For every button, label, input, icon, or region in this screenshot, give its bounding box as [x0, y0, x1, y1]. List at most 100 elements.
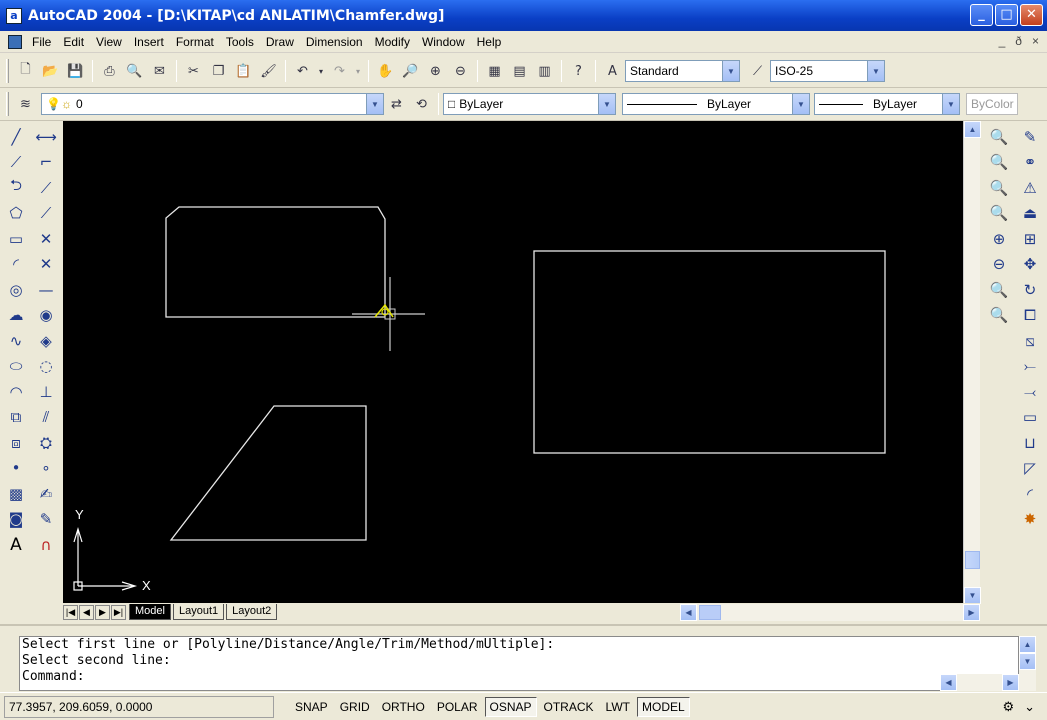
menu-window[interactable]: Window [416, 31, 471, 53]
explode-icon[interactable]: ✸ [1018, 507, 1042, 533]
close-button[interactable]: ✕ [1020, 4, 1043, 26]
dim-style-icon[interactable]: ⟋ [746, 60, 769, 83]
dim-edit-icon[interactable]: ⛭ [34, 430, 58, 456]
dim-style-select[interactable]: ISO-25 ▼ [770, 60, 885, 82]
scroll-thumb[interactable] [699, 604, 721, 620]
scroll-up-icon[interactable]: ▲ [964, 121, 981, 138]
chevron-down-icon[interactable]: ▼ [366, 94, 383, 114]
undo-icon[interactable]: ↶ [291, 60, 314, 83]
document-restore-button[interactable]: ð [1015, 34, 1022, 48]
lineweight-select[interactable]: ByLayer ▼ [814, 93, 960, 115]
circle-icon[interactable]: ◎ [4, 277, 28, 303]
zoom-previous-icon[interactable]: ⊖ [449, 60, 472, 83]
vertical-scrollbar[interactable]: ▲ ▼ [963, 121, 981, 604]
layer-select[interactable]: 💡☼ 0 ▼ [41, 93, 384, 115]
save-icon[interactable]: 💾 [64, 60, 87, 83]
chamfer-icon[interactable]: ◸ [1018, 456, 1042, 482]
tolerance-icon[interactable]: ⊥ [34, 379, 58, 405]
command-history[interactable]: Select first line or [Polyline/Distance/… [19, 636, 1019, 691]
chevron-down-icon[interactable]: ▼ [867, 61, 884, 81]
magnet-icon[interactable]: ∩ [34, 532, 58, 558]
extend-icon[interactable]: ⤙ [1018, 379, 1042, 405]
properties-icon[interactable]: ▦ [483, 60, 506, 83]
coordinates-display[interactable]: 77.3957, 209.6059, 0.0000 [4, 695, 274, 718]
otrack-toggle[interactable]: OTRACK [539, 697, 599, 717]
continue-dim-icon[interactable]: ◈ [34, 328, 58, 354]
center-mark-icon[interactable]: ⫽ [34, 405, 58, 431]
menu-dimension[interactable]: Dimension [300, 31, 369, 53]
publish-icon[interactable]: ✉ [148, 60, 171, 83]
grid-toggle[interactable]: GRID [335, 697, 375, 717]
zoom-window-icon[interactable]: 🔍 [987, 124, 1011, 150]
plotstyle-select[interactable]: ByColor [966, 93, 1018, 115]
dim-style-icon[interactable]: ✎ [34, 507, 58, 533]
polygon-icon[interactable]: ⬠ [4, 201, 28, 227]
menu-format[interactable]: Format [170, 31, 220, 53]
open-icon[interactable]: 📂 [39, 60, 62, 83]
command-horizontal-scrollbar[interactable]: ◀ ▶ [940, 674, 1019, 691]
zoom-realtime-icon[interactable]: 🔎 [399, 60, 422, 83]
zoom-out-icon[interactable]: ⊖ [987, 252, 1011, 278]
zoom-in-icon[interactable]: ⊕ [987, 226, 1011, 252]
spline-icon[interactable]: ∿ [4, 328, 28, 354]
region-icon[interactable]: ◙ [4, 507, 28, 533]
zoom-all-icon[interactable]: 🔍 [987, 277, 1011, 303]
zoom-center-icon[interactable]: 🔍 [987, 201, 1011, 227]
construction-line-icon[interactable]: ⟋ [4, 150, 28, 176]
tab-next-icon[interactable]: ▶ [95, 604, 110, 620]
document-minimize-button[interactable]: _ [999, 34, 1006, 48]
copy-icon[interactable]: ❐ [207, 60, 230, 83]
toolbar-grip[interactable] [6, 92, 9, 116]
multiline-text-icon[interactable]: A [4, 532, 28, 558]
command-prompt[interactable]: Command: [20, 669, 1018, 685]
cut-icon[interactable]: ✂ [182, 60, 205, 83]
arc-icon[interactable]: ◜ [4, 252, 28, 278]
chevron-down-icon[interactable]: ▼ [792, 94, 809, 114]
scroll-down-icon[interactable]: ▼ [964, 587, 981, 604]
text-style-icon[interactable]: A [601, 60, 624, 83]
scroll-right-icon[interactable]: ▶ [1002, 674, 1019, 691]
print-icon[interactable]: ⎙ [98, 60, 121, 83]
match-properties-icon[interactable]: 🖌 [257, 60, 280, 83]
layer-manager-icon[interactable]: ≋ [14, 93, 37, 116]
text-style-select[interactable]: Standard ▼ [625, 60, 740, 82]
angular-dim-icon[interactable]: ✕ [34, 252, 58, 278]
menu-modify[interactable]: Modify [369, 31, 416, 53]
revision-cloud-icon[interactable]: ☁ [4, 303, 28, 329]
drawing-area[interactable]: Y X [63, 121, 963, 604]
scroll-left-icon[interactable]: ◀ [680, 603, 697, 621]
zoom-extents-icon[interactable]: 🔍 [987, 303, 1011, 329]
baseline-dim-icon[interactable]: ◉ [34, 303, 58, 329]
new-icon[interactable]: 🗋 [14, 60, 37, 83]
hatch-icon[interactable]: ▩ [4, 481, 28, 507]
redo-dropdown-icon[interactable]: ▾ [353, 60, 363, 83]
insert-block-icon[interactable]: ⧉ [4, 405, 28, 431]
radius-dim-icon[interactable]: ⟋ [34, 201, 58, 227]
linetype-select[interactable]: ByLayer ▼ [622, 93, 810, 115]
dim-update-icon[interactable]: ✍ [34, 481, 58, 507]
osnap-toggle[interactable]: OSNAP [484, 696, 537, 717]
zoom-dynamic-icon[interactable]: 🔍 [987, 150, 1011, 176]
quick-leader-icon[interactable]: ◌ [34, 354, 58, 380]
mirror-icon[interactable]: ⚠ [1018, 175, 1042, 201]
paste-icon[interactable]: 📋 [232, 60, 255, 83]
trim-icon[interactable]: ⤚ [1018, 354, 1042, 380]
command-vertical-scrollbar[interactable]: ▲ ▼ [1019, 636, 1036, 691]
break-icon[interactable]: ▭ [1018, 405, 1042, 431]
scroll-right-icon[interactable]: ▶ [963, 603, 980, 621]
scroll-left-icon[interactable]: ◀ [940, 674, 957, 691]
linear-dim-icon[interactable]: ⟷ [34, 124, 58, 150]
diameter-dim-icon[interactable]: ✕ [34, 226, 58, 252]
minimize-button[interactable]: _ [970, 4, 993, 26]
pan-icon[interactable]: ✋ [374, 60, 397, 83]
chevron-down-icon[interactable]: ▼ [722, 61, 739, 81]
array-icon[interactable]: ⊞ [1018, 226, 1042, 252]
chamfered-rectangle[interactable] [165, 206, 386, 318]
rotate-icon[interactable]: ↻ [1018, 277, 1042, 303]
ordinate-dim-icon[interactable]: ⟋ [34, 175, 58, 201]
ortho-toggle[interactable]: ORTHO [377, 697, 430, 717]
preview-icon[interactable]: 🔍 [123, 60, 146, 83]
polar-toggle[interactable]: POLAR [432, 697, 483, 717]
rectangle-icon[interactable]: ▭ [4, 226, 28, 252]
rectangle[interactable] [533, 250, 886, 454]
